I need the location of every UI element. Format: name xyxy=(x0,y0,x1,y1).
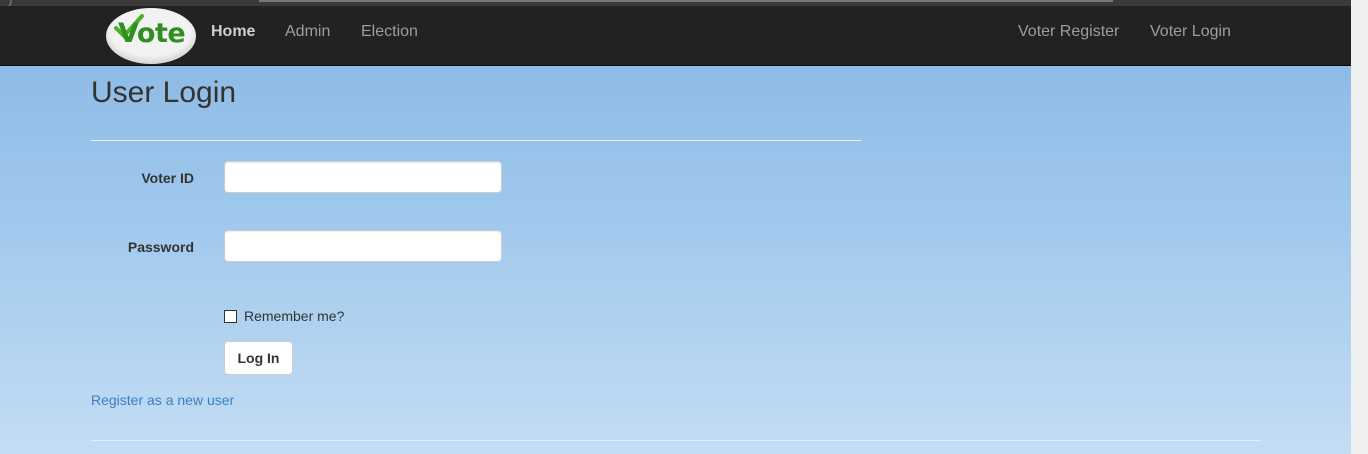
login-button[interactable]: Log In xyxy=(224,341,293,375)
top-navbar: Vote Home Admin Election Voter Register … xyxy=(0,6,1351,66)
footer-divider xyxy=(91,440,1261,441)
logo-text: Vote xyxy=(118,18,186,49)
remember-me-label[interactable]: Remember me? xyxy=(244,308,344,324)
divider xyxy=(91,140,861,141)
page-title: User Login xyxy=(91,76,237,109)
page-scrollbar[interactable] xyxy=(1351,0,1368,454)
remember-me-checkbox[interactable] xyxy=(224,310,237,323)
voter-id-label: Voter ID xyxy=(141,170,194,186)
register-link[interactable]: Register as a new user xyxy=(91,392,234,408)
browser-address-line xyxy=(259,0,1113,2)
password-input[interactable] xyxy=(224,230,502,262)
nav-admin[interactable]: Admin xyxy=(285,23,330,41)
password-label: Password xyxy=(127,239,194,255)
vote-logo[interactable]: Vote xyxy=(106,8,196,64)
nav-voter-register[interactable]: Voter Register xyxy=(1018,23,1119,41)
nav-home[interactable]: Home xyxy=(211,23,255,41)
voter-id-input[interactable] xyxy=(224,161,502,193)
nav-election[interactable]: Election xyxy=(361,23,418,41)
nav-voter-login[interactable]: Voter Login xyxy=(1150,23,1231,41)
